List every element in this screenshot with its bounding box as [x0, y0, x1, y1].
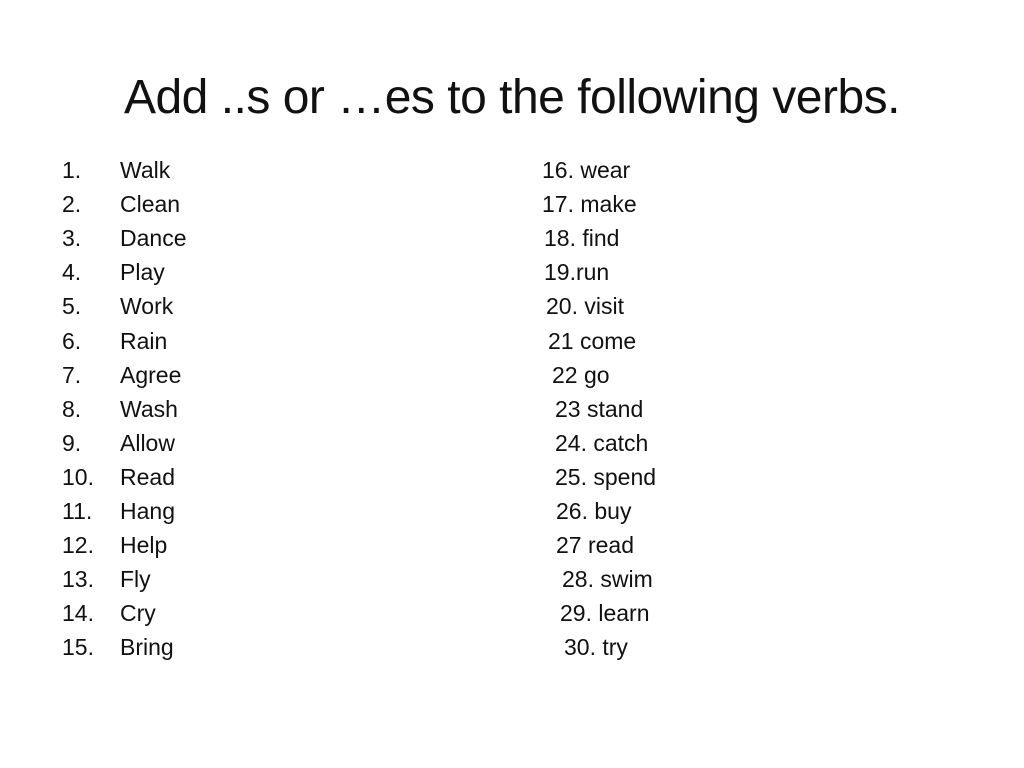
item-number: 12. — [62, 532, 94, 559]
item-word: Rain — [120, 327, 168, 354]
slide-title: Add ..s or …es to the following verbs. — [123, 71, 901, 124]
list-item: 14. Cry — [62, 599, 156, 627]
list-item: 5. Work — [62, 292, 173, 320]
item-number: 5. — [62, 293, 82, 320]
list-item: 20. visit — [546, 293, 624, 320]
list-item: 2. Clean — [62, 190, 180, 218]
item-number: 15. — [62, 634, 94, 661]
list-item: 29. learn — [560, 600, 650, 627]
list-item: 11. Hang — [62, 497, 175, 525]
item-word: Agree — [120, 361, 182, 388]
item-number: 4. — [62, 259, 82, 286]
list-item: 27 read — [556, 532, 635, 559]
item-word: Wash — [120, 395, 178, 422]
item-word: Fly — [120, 566, 151, 593]
list-item: 23 stand — [555, 395, 644, 422]
list-item: 9. Allow — [62, 429, 175, 457]
list-item: 1. Walk — [62, 156, 170, 184]
item-number: 14. — [62, 600, 94, 627]
item-word: Dance — [120, 225, 187, 252]
list-item: 12. Help — [62, 531, 167, 559]
item-number: 6. — [62, 327, 82, 354]
list-item: 10. Read — [62, 463, 175, 491]
item-number: 10. — [62, 463, 94, 490]
item-number: 3. — [62, 225, 82, 252]
item-number: 8. — [62, 395, 82, 422]
list-item: 24. catch — [555, 429, 649, 456]
item-word: Cry — [120, 600, 156, 627]
list-item: 8. Wash — [62, 395, 178, 423]
list-item: 15. Bring — [62, 633, 174, 661]
item-number: 13. — [62, 566, 94, 593]
list-item: 4. Play — [62, 258, 165, 286]
list-item: 28. swim — [562, 566, 653, 593]
item-word: Clean — [120, 191, 181, 218]
list-item: 25. spend — [555, 463, 657, 490]
list-item: 21 come — [548, 327, 637, 354]
list-item: 26. buy — [556, 498, 632, 524]
list-item: 17. make — [542, 191, 637, 218]
list-item: 16. wear — [542, 157, 631, 183]
list-item: 13. Fly — [62, 565, 151, 593]
list-item: 22 go — [552, 361, 610, 388]
item-word: Allow — [120, 429, 175, 456]
list-item: 7. Agree — [62, 361, 181, 389]
item-number: 1. — [62, 157, 82, 183]
item-number: 9. — [62, 429, 82, 456]
item-word: Play — [120, 259, 165, 286]
list-item: 3. Dance — [62, 224, 186, 252]
item-number: 11. — [62, 498, 93, 524]
list-item: 6. Rain — [62, 327, 167, 355]
list-item: 30. try — [564, 634, 628, 661]
item-word: Hang — [120, 498, 175, 524]
item-word: Bring — [120, 634, 174, 661]
item-word: Walk — [120, 157, 171, 183]
list-item: 19.run — [544, 259, 610, 286]
item-number: 7. — [62, 361, 82, 388]
item-word: Read — [120, 463, 175, 490]
item-word: Work — [120, 293, 174, 320]
item-word: Help — [120, 532, 168, 559]
item-number: 2. — [62, 191, 82, 218]
list-item: 18. find — [544, 225, 620, 252]
